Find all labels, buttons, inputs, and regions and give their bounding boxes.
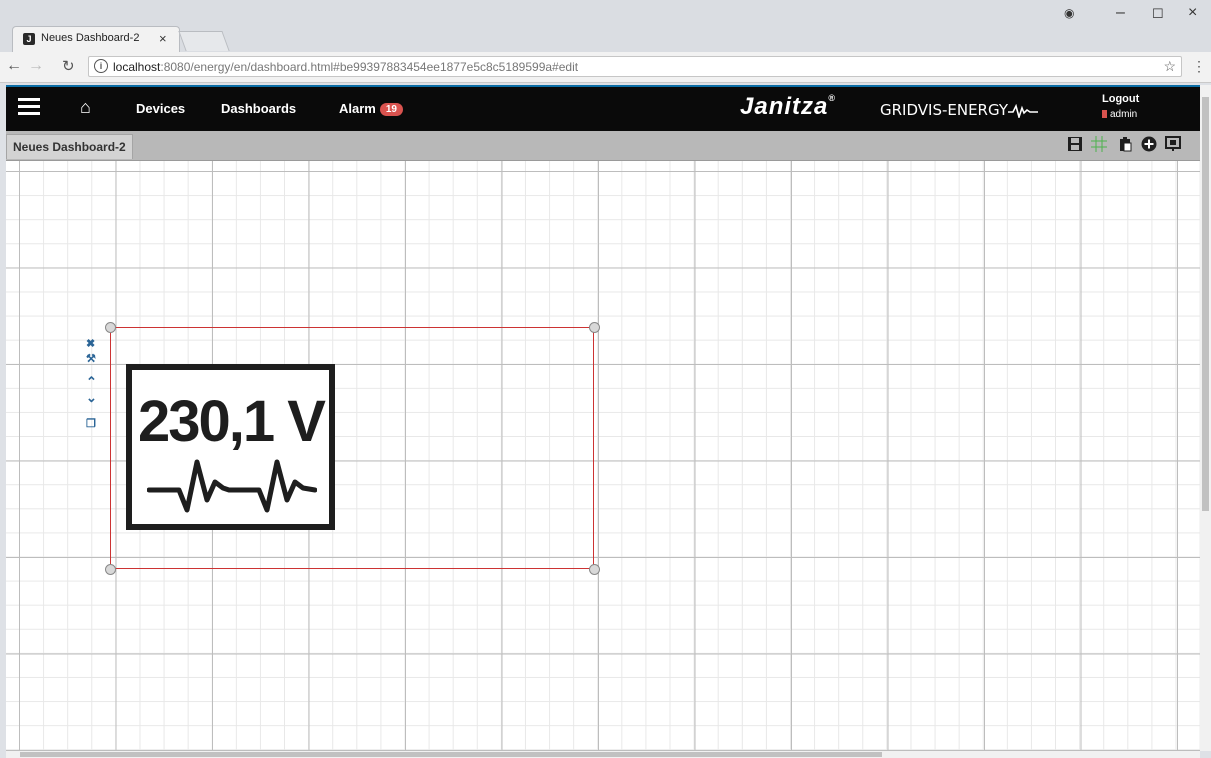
save-icon[interactable] [1066,136,1084,154]
dashboard-tab[interactable]: Neues Dashboard-2 [6,134,133,159]
minimize-button[interactable]: – [1116,4,1125,22]
tab-strip: J Neues Dashboard-2 × ◉ – ☐ × [0,0,1211,52]
back-icon[interactable]: ← [6,57,22,75]
bookmark-star-icon[interactable]: ☆ [1163,58,1176,75]
browser-tab[interactable]: J Neues Dashboard-2 × [12,26,180,52]
vertical-scrollbar[interactable] [1200,85,1211,751]
user-label: admin [1102,109,1137,120]
close-window-button[interactable]: × [1188,4,1197,22]
resize-handle-top-right[interactable] [589,322,600,333]
logout-link[interactable]: Logout [1102,93,1139,105]
nav-devices[interactable]: Devices [136,101,185,116]
url-text: localhost:8080/energy/en/dashboard.html#… [113,60,579,74]
grid-icon[interactable] [1090,136,1108,154]
resize-handle-top-left[interactable] [105,322,116,333]
reload-icon[interactable]: ↻ [62,57,75,75]
pulse-line-icon [147,459,317,513]
resize-handle-bottom-right[interactable] [589,564,600,575]
app-header: ⌂ Devices Dashboards Alarm 19 Janitza® GR… [6,85,1200,131]
add-icon[interactable] [1140,136,1158,154]
url-input[interactable]: i localhost:8080/energy/en/dashboard.htm… [88,56,1182,77]
horizontal-scrollbar[interactable] [6,751,1200,758]
paste-icon[interactable] [1116,136,1134,154]
value-display: 230,1 V [126,364,335,530]
close-icon[interactable]: ✖ [86,337,95,350]
browser-window: J Neues Dashboard-2 × ◉ – ☐ × ← → ↻ i lo… [0,0,1211,758]
browser-menu-icon[interactable]: ⋮ [1192,58,1206,75]
user-icon [1102,110,1107,119]
favicon-icon: J [23,33,35,45]
pulse-logo-icon [1008,103,1039,120]
horizontal-scroll-thumb[interactable] [20,752,882,757]
hamburger-menu-icon[interactable] [18,98,40,116]
info-icon[interactable]: i [94,59,108,73]
vertical-scroll-thumb[interactable] [1202,97,1209,511]
nav-dashboards[interactable]: Dashboards [221,101,296,116]
new-tab-button[interactable] [178,31,230,51]
chevron-down-icon[interactable]: ⌄ [86,390,97,406]
forward-icon[interactable]: → [28,57,44,75]
dashboard-toolbar: Neues Dashboard-2 [6,131,1200,161]
wrench-icon[interactable]: ⚒ [86,352,96,365]
nav-alarm[interactable]: Alarm 19 [339,101,403,117]
copy-icon[interactable]: ❐ [86,417,96,430]
tab-close-icon[interactable]: × [159,31,167,46]
voltage-value: 230,1 V [138,389,326,454]
home-icon[interactable]: ⌂ [80,97,91,118]
janitza-logo: Janitza® [740,93,837,120]
address-bar-row: ← → ↻ i localhost:8080/energy/en/dashboa… [0,52,1211,83]
alarm-count-badge: 19 [379,103,403,117]
gridvis-energy-logo: GRIDVIS-ENERGY [880,101,1039,120]
profile-icon[interactable]: ◉ [1064,6,1074,20]
maximize-button[interactable]: ☐ [1152,6,1164,22]
resize-handle-bottom-left[interactable] [105,564,116,575]
presentation-icon[interactable] [1164,136,1182,154]
chevron-up-icon[interactable]: ⌃ [86,374,97,390]
tab-title: Neues Dashboard-2 [41,32,140,44]
